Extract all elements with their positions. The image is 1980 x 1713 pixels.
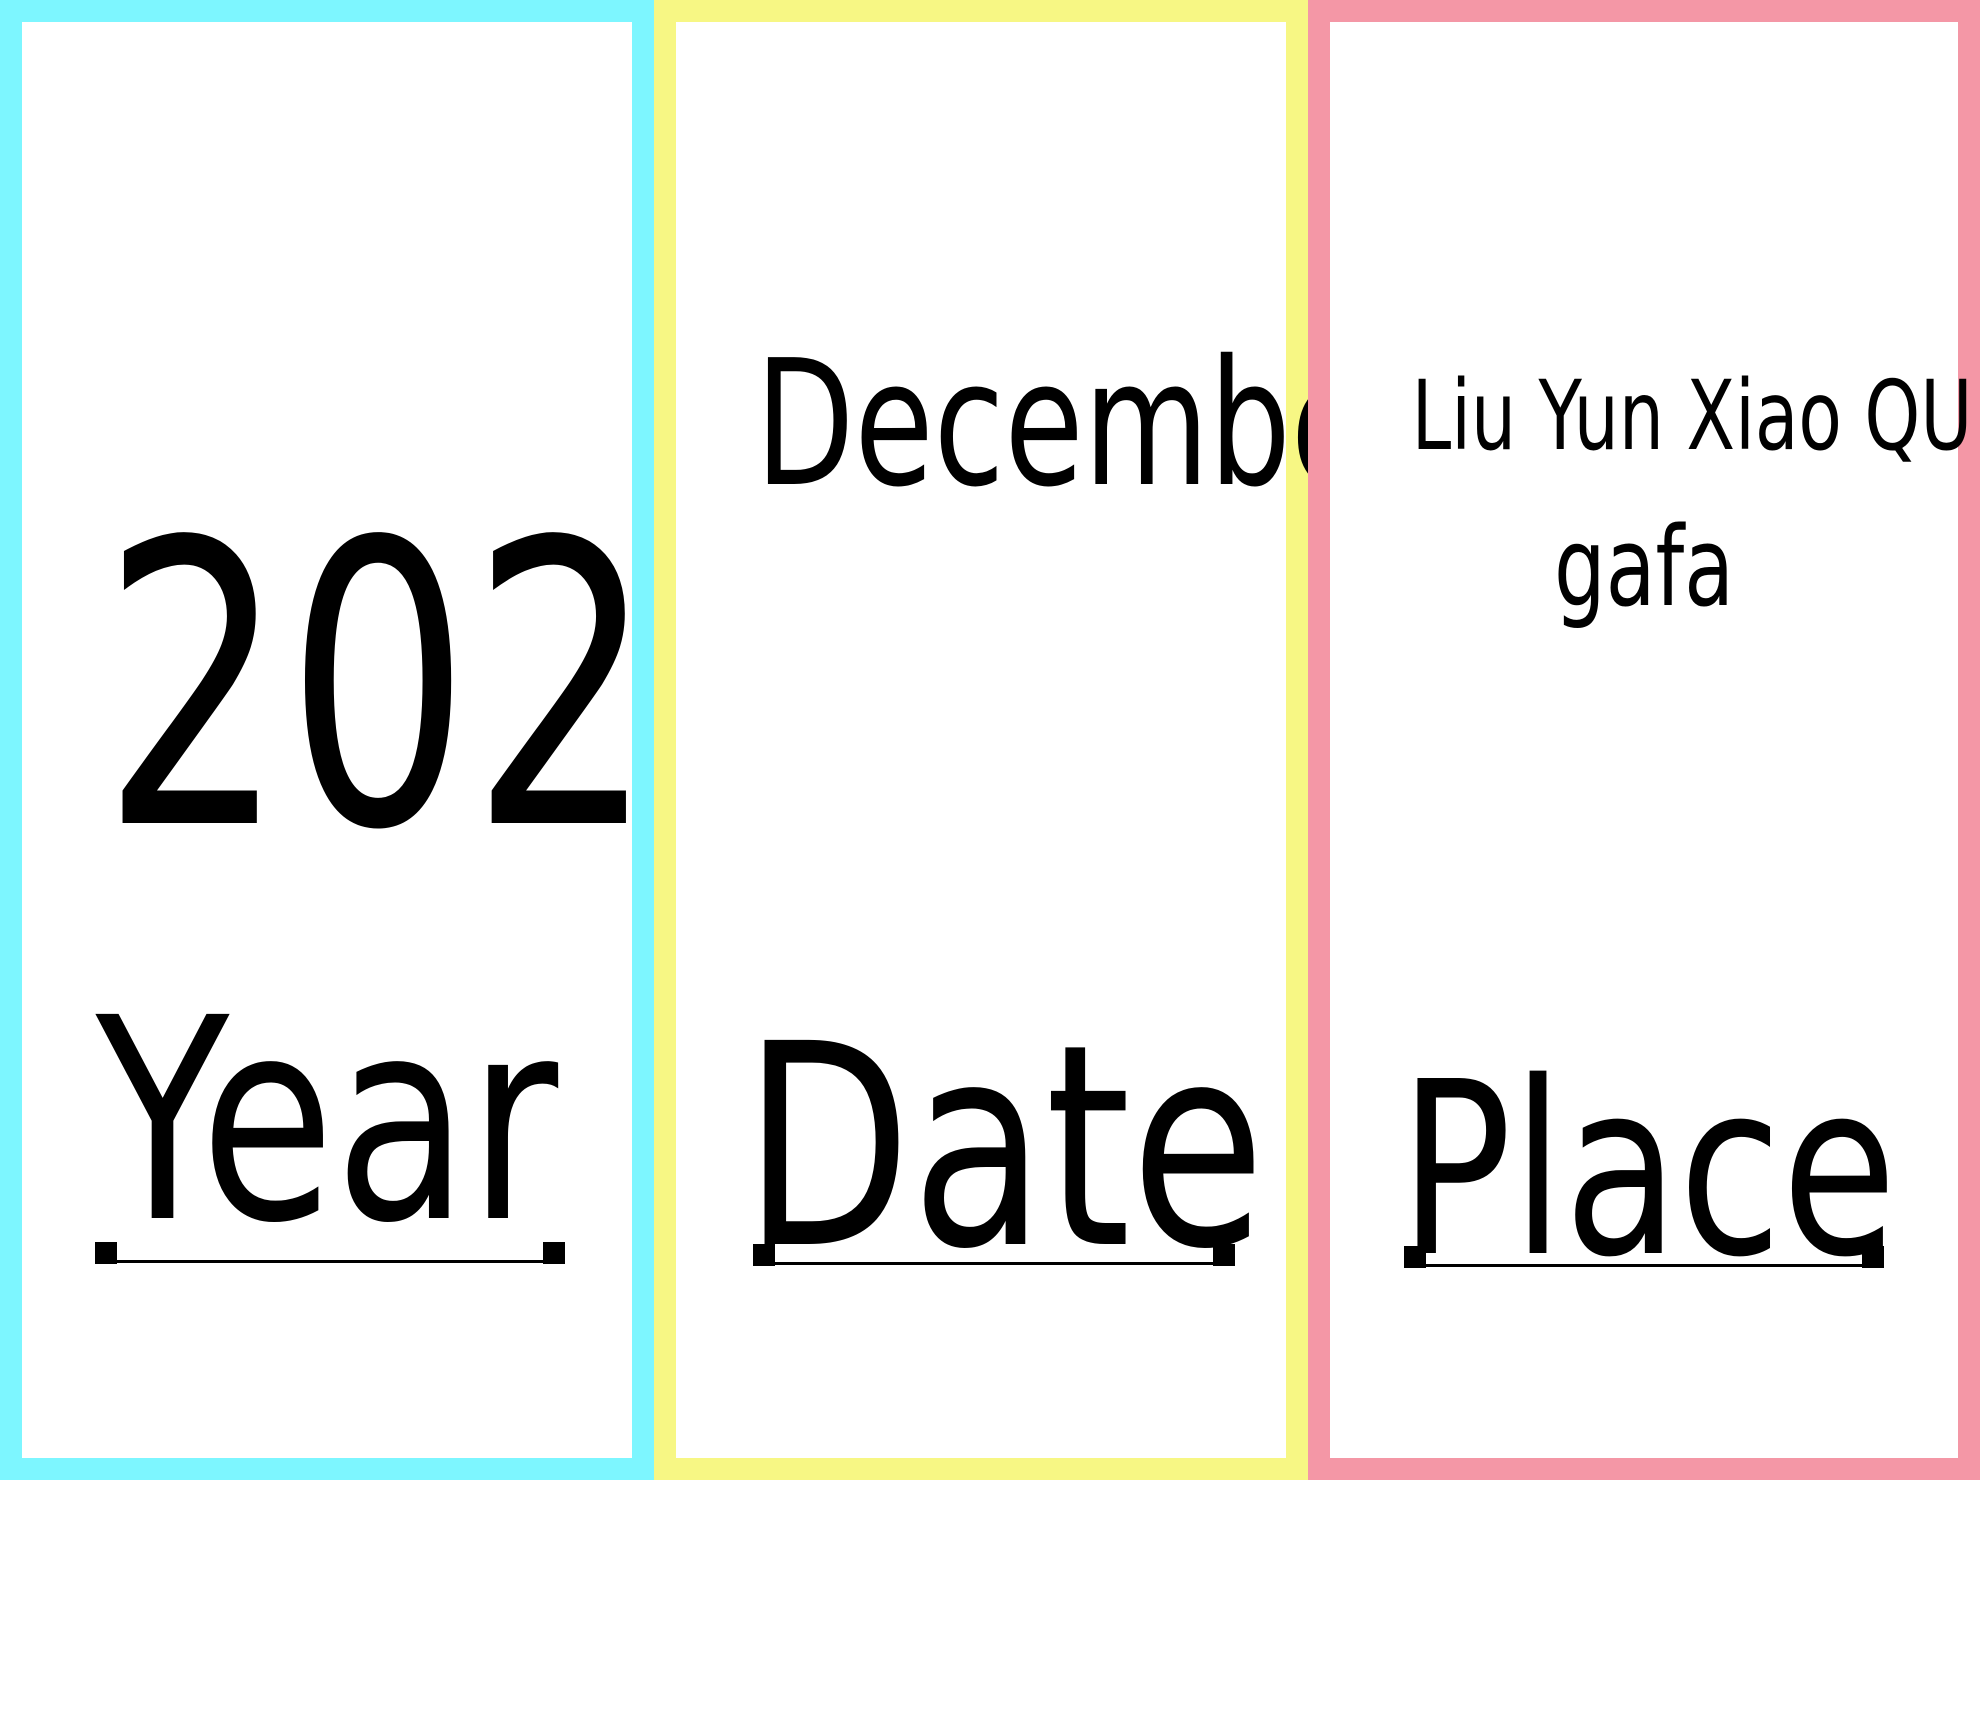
date-right-mark: [1213, 1244, 1235, 1266]
year-field: Year: [22, 982, 632, 1264]
date-field: Date: [676, 1008, 1286, 1288]
place-left-mark: [1404, 1246, 1426, 1268]
place-right-mark: [1862, 1246, 1884, 1268]
year-label: Year: [95, 959, 559, 1285]
place-underline: [1426, 1264, 1866, 1267]
place-field: Place: [1330, 1050, 1958, 1310]
date-left-mark: [753, 1244, 775, 1266]
date-label: Date: [743, 985, 1266, 1311]
place-label: Place: [1399, 1030, 1897, 1310]
year-underline: [117, 1260, 547, 1263]
year-right-mark: [543, 1242, 565, 1264]
place-value-line2: gafa: [1553, 503, 1735, 631]
place-value-line1: Liu Yun Xiao QU: [1411, 360, 1973, 472]
date-value: December: [755, 323, 1423, 526]
place-panel: Liu Yun Xiao QU gafa Place: [1308, 0, 1980, 1480]
year-value: 2023: [101, 460, 840, 916]
year-panel: 2023 Year: [0, 0, 840, 1480]
year-left-mark: [95, 1242, 117, 1264]
date-underline: [775, 1262, 1217, 1265]
date-panel: December Date: [654, 0, 1423, 1480]
